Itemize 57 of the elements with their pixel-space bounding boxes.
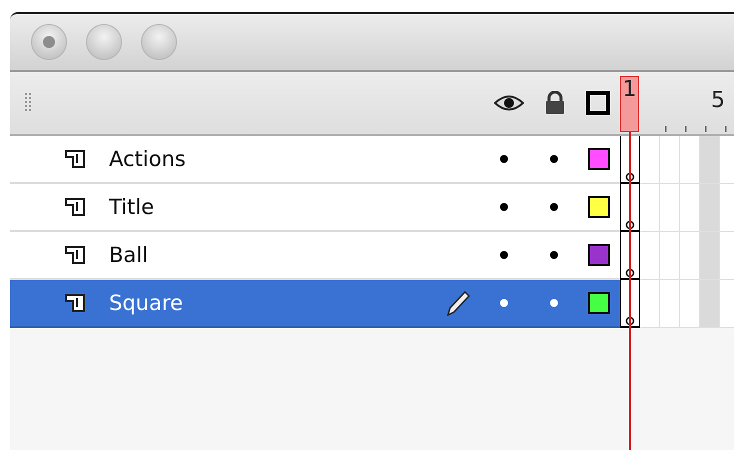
frame-cell[interactable]: [720, 280, 734, 328]
layer-icon: [65, 149, 87, 169]
visible-dot[interactable]: [500, 203, 508, 211]
keyframe-cell[interactable]: [620, 136, 640, 184]
frame-cell[interactable]: [660, 184, 680, 232]
frame-cell[interactable]: [700, 280, 720, 328]
lock-dot[interactable]: [550, 155, 558, 163]
visible-dot[interactable]: [500, 299, 508, 307]
frame-cell[interactable]: [720, 136, 734, 184]
lock-dot[interactable]: [550, 299, 558, 307]
lock-dot[interactable]: [550, 203, 558, 211]
layer-name: Square: [109, 291, 184, 315]
frame-cell[interactable]: [660, 280, 680, 328]
layer-name: Actions: [109, 147, 187, 171]
frame-cell[interactable]: [640, 280, 660, 328]
frame-cell[interactable]: [680, 184, 700, 232]
frame-cell[interactable]: [680, 232, 700, 280]
layer-icon: [65, 293, 87, 313]
frame-cell[interactable]: [640, 232, 660, 280]
eye-icon[interactable]: [494, 94, 524, 112]
frame-cell[interactable]: [700, 136, 720, 184]
layer-color-swatch[interactable]: [588, 148, 610, 170]
frame-cell[interactable]: [700, 232, 720, 280]
layer-row[interactable]: Square: [10, 280, 620, 328]
layer-icon: [65, 197, 87, 217]
frame-cell[interactable]: [660, 136, 680, 184]
visible-dot[interactable]: [500, 155, 508, 163]
keyframe-cell[interactable]: [620, 280, 640, 328]
playhead[interactable]: 1: [620, 76, 639, 132]
close-button[interactable]: [31, 24, 67, 60]
grip-icon[interactable]: [25, 93, 31, 113]
frame-cell[interactable]: [720, 184, 734, 232]
frame-cell[interactable]: [720, 232, 734, 280]
frame-cell[interactable]: [700, 184, 720, 232]
visible-dot[interactable]: [500, 251, 508, 259]
keyframe-cell[interactable]: [620, 184, 640, 232]
lock-icon[interactable]: [544, 91, 566, 115]
layer-color-swatch[interactable]: [588, 292, 610, 314]
layer-color-swatch[interactable]: [588, 196, 610, 218]
outline-square-icon[interactable]: [586, 91, 610, 115]
keyframe-cell[interactable]: [620, 232, 640, 280]
layer-icon: [65, 245, 87, 265]
lock-dot[interactable]: [550, 251, 558, 259]
frame-cell[interactable]: [640, 184, 660, 232]
layer-name: Ball: [109, 243, 149, 267]
layer-name: Title: [109, 195, 156, 219]
frame-cell[interactable]: [640, 136, 660, 184]
minimize-button[interactable]: [86, 24, 122, 60]
layer-row[interactable]: Title: [10, 184, 620, 232]
layer-color-swatch[interactable]: [588, 244, 610, 266]
zoom-button[interactable]: [141, 24, 177, 60]
frame-cell[interactable]: [660, 232, 680, 280]
frame-number: 5: [711, 88, 725, 113]
layer-row[interactable]: Ball: [10, 232, 620, 280]
frame-cell[interactable]: [680, 136, 700, 184]
frame-cell[interactable]: [680, 280, 700, 328]
layer-row[interactable]: Actions: [10, 136, 620, 184]
